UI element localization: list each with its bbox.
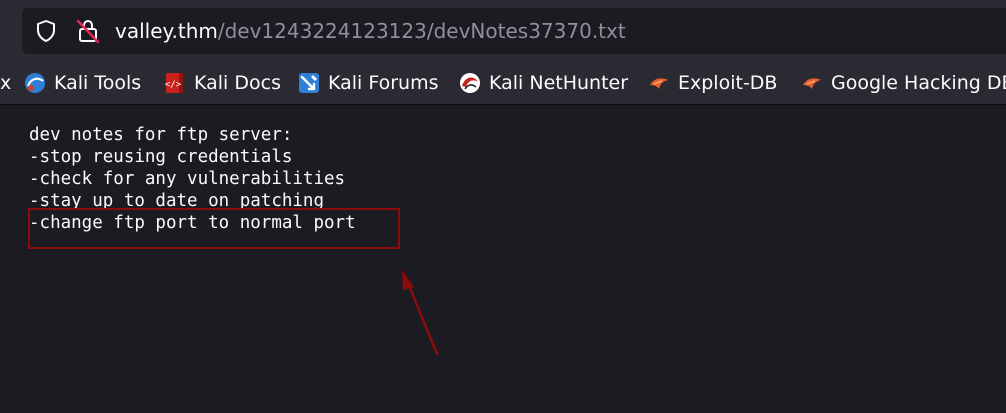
- url-text[interactable]: valley.thm/dev1243224123123/devNotes3737…: [115, 18, 626, 44]
- kali-forums-icon: [299, 73, 319, 93]
- url-path: /dev1243224123123/devNotes37370.txt: [217, 19, 626, 43]
- bookmark-partial[interactable]: x: [0, 71, 11, 95]
- address-bar-strip: valley.thm/dev1243224123123/devNotes3737…: [0, 0, 1006, 62]
- bookmark-label: Kali NetHunter: [489, 72, 629, 94]
- exploit-db-icon: [803, 78, 821, 89]
- kali-tools-icon: [25, 73, 45, 93]
- note-line: -check for any vulnerabilities: [29, 169, 346, 189]
- note-line: -stop reusing credentials: [29, 147, 293, 167]
- note-line-title: dev notes for ftp server:: [29, 125, 293, 145]
- bookmark-label: Exploit-DB: [678, 72, 778, 94]
- exploit-db-icon: [650, 78, 668, 89]
- bookmarks-toolbar: x Kali Tools </> Kali Docs Kali Forums K…: [0, 62, 1006, 105]
- bookmark-label: Google Hacking DB: [831, 72, 1006, 94]
- shield-icon[interactable]: [34, 19, 58, 43]
- kali-nethunter-icon: [460, 73, 480, 93]
- svg-text:</>: </>: [165, 80, 182, 90]
- bookmark-label: Kali Forums: [328, 72, 439, 94]
- kali-docs-icon: </>: [165, 73, 183, 93]
- url-host: valley.thm: [115, 19, 218, 43]
- bookmark-label: Kali Docs: [194, 72, 281, 94]
- highlight-box: [28, 208, 400, 249]
- insecure-lock-icon[interactable]: [76, 18, 100, 44]
- bookmark-label: Kali Tools: [54, 72, 142, 94]
- address-bar[interactable]: valley.thm/dev1243224123123/devNotes3737…: [22, 8, 1006, 54]
